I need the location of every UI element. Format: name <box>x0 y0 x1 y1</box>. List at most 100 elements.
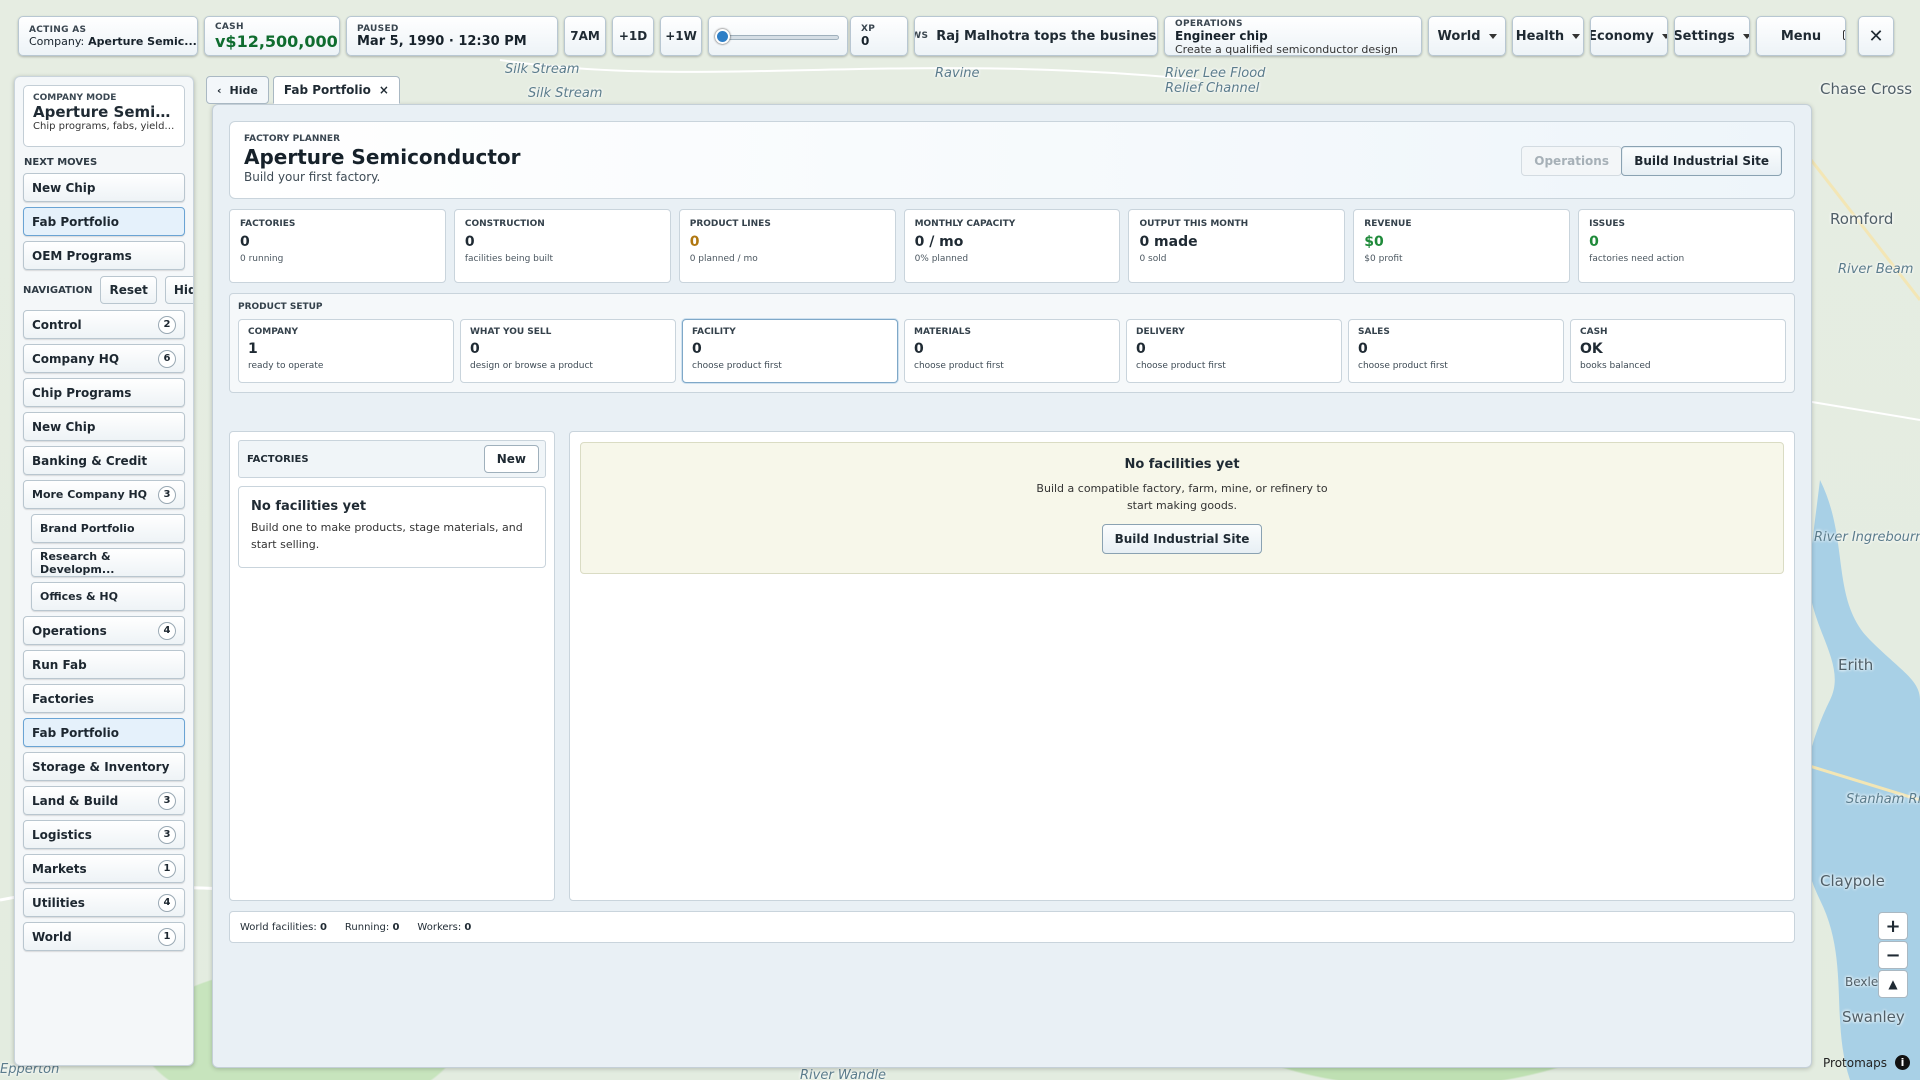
sidebar-item-banking-credit[interactable]: Banking & Credit <box>23 446 185 475</box>
setup-step-materials[interactable]: MATERIALS 0 choose product first <box>904 319 1120 383</box>
new-factory-button[interactable]: New <box>483 445 539 473</box>
company-mode-title: Aperture Semicon... <box>33 103 175 121</box>
map-label: Stanham River <box>1846 792 1920 807</box>
sidebar-item-more-company-hq[interactable]: More Company HQ 3 <box>23 480 185 509</box>
map-label: River Beam <box>1838 262 1914 277</box>
sidebar-item-chip-programs[interactable]: Chip Programs <box>23 378 185 407</box>
stats-row: FACTORIES 0 0 running CONSTRUCTION 0 facilit… <box>229 209 1796 283</box>
map-label: Chase Cross <box>1820 80 1913 98</box>
product-setup: PRODUCT SETUP COMPANY 1 ready to operate W… <box>229 293 1795 393</box>
skip-to-7am-button[interactable]: 7AM <box>564 16 606 56</box>
news-headline: Raj Malhotra tops the business r <box>936 28 1158 44</box>
world-menu[interactable]: World <box>1428 16 1506 56</box>
sidebar-item-control[interactable]: Control 2 <box>23 310 185 339</box>
news-label: NEWS <box>915 31 929 41</box>
factories-empty-state: No facilities yet Build one to make prod… <box>238 486 546 568</box>
slider-knob[interactable] <box>715 29 730 44</box>
compass-icon: ▲ <box>1888 977 1898 991</box>
sidebar-item-run-fab[interactable]: Run Fab <box>23 650 185 679</box>
acting-as-label: ACTING AS <box>29 24 87 35</box>
minus-icon: − <box>1885 944 1901 966</box>
speed-slider[interactable] <box>708 16 848 56</box>
next-move-new-chip[interactable]: New Chip <box>23 173 185 202</box>
factories-list: FACTORIES New No facilities yet Build on… <box>229 431 555 901</box>
sidebar-item-land-build[interactable]: Land & Build 3 <box>23 786 185 815</box>
cash-label: CASH <box>215 21 244 32</box>
company-mode-label: COMPANY MODE <box>33 93 117 103</box>
sidebar-item-logistics[interactable]: Logistics 3 <box>23 820 185 849</box>
acting-as-selector[interactable]: ACTING AS Company: Aperture Semic... <box>18 16 198 56</box>
hide-panel-button[interactable]: ‹ Hide <box>206 76 269 104</box>
plus-icon: + <box>1885 915 1901 937</box>
planner-kicker: FACTORY PLANNER <box>244 134 341 144</box>
setup-step-company[interactable]: COMPANY 1 ready to operate <box>238 319 454 383</box>
factories-list-header: FACTORIES New <box>238 440 546 478</box>
next-move-oem-programs[interactable]: OEM Programs <box>23 241 185 270</box>
company-mode-card[interactable]: COMPANY MODE Aperture Semicon... Chip pr… <box>23 85 185 147</box>
game-clock: PAUSED Mar 5, 1990 · 12:30 PM <box>346 16 558 56</box>
tab-label: Fab Portfolio <box>283 83 371 97</box>
advance-day-button[interactable]: +1D <box>612 16 654 56</box>
main-menu-button[interactable]: Menu <box>1756 16 1846 56</box>
factory-planner-panel: FACTORY PLANNER Aperture Semiconductor B… <box>212 104 1812 1068</box>
news-ticker[interactable]: NEWS Raj Malhotra tops the business r <box>914 16 1158 56</box>
sidebar-item-research-development[interactable]: Research & Developm... <box>31 548 185 577</box>
nav-reset-button[interactable]: Reset <box>100 276 157 304</box>
zoom-out-button[interactable]: − <box>1878 941 1908 969</box>
reset-bearing-button[interactable]: ▲ <box>1878 970 1908 998</box>
count-badge: 3 <box>158 485 176 504</box>
product-setup-heading: PRODUCT SETUP <box>238 302 323 312</box>
map-attribution: Protomaps i <box>1823 1055 1910 1070</box>
sidebar-item-offices-hq[interactable]: Offices & HQ <box>31 582 185 611</box>
build-industrial-site-button[interactable]: Build Industrial Site <box>1621 146 1782 176</box>
world-summary-bar: World facilities: 0 Running: 0 Workers: … <box>229 911 1795 943</box>
tab-fab-portfolio[interactable]: Fab Portfolio × <box>272 76 400 104</box>
setup-step-what-you-sell[interactable]: WHAT YOU SELL 0 design or browse a product <box>460 319 676 383</box>
xp-label: XP <box>861 24 876 34</box>
sidebar-item-company-hq[interactable]: Company HQ 6 <box>23 344 185 373</box>
info-icon[interactable]: i <box>1895 1055 1910 1070</box>
sidebar-item-operations[interactable]: Operations 4 <box>23 616 185 645</box>
operations-title: Engineer chip <box>1175 29 1268 43</box>
sidebar: COMPANY MODE Aperture Semicon... Chip pr… <box>14 76 194 1066</box>
close-icon[interactable]: × <box>379 83 389 97</box>
world-facilities-stat: World facilities: 0 <box>240 921 327 933</box>
map-label: Swanley <box>1842 1008 1905 1026</box>
sidebar-item-storage-inventory[interactable]: Storage & Inventory <box>23 752 185 781</box>
next-moves-heading: NEXT MOVES <box>24 157 98 168</box>
top-bar: ACTING AS Company: Aperture Semic... CAS… <box>18 16 1898 56</box>
next-move-fab-portfolio[interactable]: Fab Portfolio <box>23 207 185 236</box>
operations-objective[interactable]: OPERATIONS Engineer chip Create a qualif… <box>1164 16 1422 56</box>
sidebar-item-brand-portfolio[interactable]: Brand Portfolio <box>31 514 185 543</box>
world-menu-label: World <box>1437 28 1481 44</box>
setup-step-cash[interactable]: CASH OK books balanced <box>1570 319 1786 383</box>
company-mode-subtitle: Chip programs, fabs, yield, ... <box>33 121 175 132</box>
sidebar-item-world[interactable]: World 1 <box>23 922 185 951</box>
sidebar-item-new-chip[interactable]: New Chip <box>23 412 185 441</box>
sidebar-item-utilities[interactable]: Utilities 4 <box>23 888 185 917</box>
sidebar-item-factories[interactable]: Factories <box>23 684 185 713</box>
sidebar-item-fab-portfolio[interactable]: Fab Portfolio <box>23 718 185 747</box>
nav-hide-button[interactable]: Hide <box>164 276 193 304</box>
map-label: River Wandle <box>800 1068 887 1080</box>
window-restore-icon[interactable] <box>1843 30 1845 40</box>
stat-issues: ISSUES 0 factories need action <box>1578 209 1796 283</box>
advance-week-button[interactable]: +1W <box>660 16 702 56</box>
stat-revenue: REVENUE $0 $0 profit <box>1353 209 1571 283</box>
settings-menu[interactable]: Settings <box>1674 16 1750 56</box>
zoom-in-button[interactable]: + <box>1878 912 1908 940</box>
navigation-heading: NAVIGATION <box>23 284 93 296</box>
setup-step-facility[interactable]: FACILITY 0 choose product first <box>682 319 898 383</box>
economy-menu[interactable]: Economy <box>1590 16 1668 56</box>
attribution-text: Protomaps <box>1823 1055 1887 1070</box>
sidebar-item-markets[interactable]: Markets 1 <box>23 854 185 883</box>
operations-button[interactable]: Operations <box>1521 146 1622 176</box>
health-menu[interactable]: Health <box>1512 16 1584 56</box>
empty-text: Build a compatible factory, farm, mine, … <box>1036 482 1328 512</box>
close-icon[interactable]: ✕ <box>1858 16 1894 56</box>
setup-step-delivery[interactable]: DELIVERY 0 choose product first <box>1126 319 1342 383</box>
empty-title: No facilities yet <box>1124 457 1240 472</box>
settings-menu-label: Settings <box>1674 28 1735 44</box>
setup-step-sales[interactable]: SALES 0 choose product first <box>1348 319 1564 383</box>
build-industrial-site-button[interactable]: Build Industrial Site <box>1101 524 1263 554</box>
